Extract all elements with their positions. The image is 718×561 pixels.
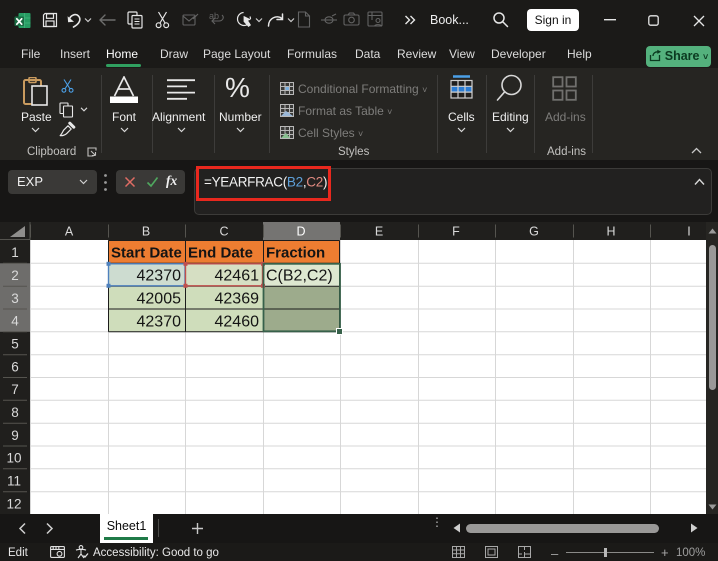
svg-text:B: B [142, 225, 150, 239]
svg-text:Start Date: Start Date [111, 245, 182, 262]
svg-text:8: 8 [11, 405, 19, 420]
svg-text:42460: 42460 [215, 313, 260, 330]
svg-text:1: 1 [11, 245, 19, 260]
svg-text:G: G [529, 225, 539, 239]
svg-text:C(B2,C2): C(B2,C2) [266, 268, 333, 285]
svg-text:End Date: End Date [188, 245, 253, 262]
svg-text:H: H [606, 225, 615, 239]
svg-text:E: E [375, 225, 383, 239]
svg-text:11: 11 [7, 474, 21, 489]
svg-text:D: D [296, 225, 305, 239]
svg-text:Fraction: Fraction [266, 245, 325, 262]
svg-text:7: 7 [11, 382, 19, 397]
svg-text:42369: 42369 [215, 291, 260, 308]
svg-text:10: 10 [6, 451, 21, 466]
svg-text:I: I [687, 225, 690, 239]
svg-text:3: 3 [11, 291, 19, 306]
svg-text:C: C [219, 225, 228, 239]
svg-text:9: 9 [11, 428, 19, 443]
svg-text:42370: 42370 [137, 268, 182, 285]
svg-text:42461: 42461 [215, 268, 260, 285]
svg-text:A: A [65, 225, 74, 239]
svg-text:42005: 42005 [137, 291, 182, 308]
svg-text:42370: 42370 [137, 313, 182, 330]
svg-text:2: 2 [11, 268, 19, 283]
svg-text:5: 5 [11, 337, 19, 352]
svg-text:6: 6 [11, 360, 19, 375]
svg-text:12: 12 [6, 497, 21, 512]
svg-text:4: 4 [11, 314, 19, 329]
svg-text:F: F [452, 225, 460, 239]
